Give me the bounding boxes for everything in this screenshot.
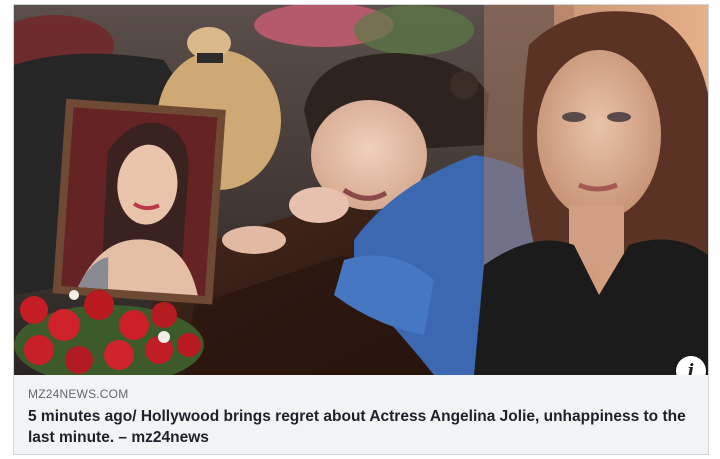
link-headline[interactable]: 5 minutes ago/ Hollywood brings regret a…: [28, 406, 688, 448]
link-preview-card[interactable]: i MZ24NEWS.COM 5 minutes ago/ Hollywood …: [13, 4, 709, 455]
preview-photo[interactable]: [14, 5, 708, 375]
link-meta[interactable]: MZ24NEWS.COM 5 minutes ago/ Hollywood br…: [14, 375, 708, 454]
photo-collage: [14, 5, 708, 375]
link-domain: MZ24NEWS.COM: [28, 387, 129, 401]
